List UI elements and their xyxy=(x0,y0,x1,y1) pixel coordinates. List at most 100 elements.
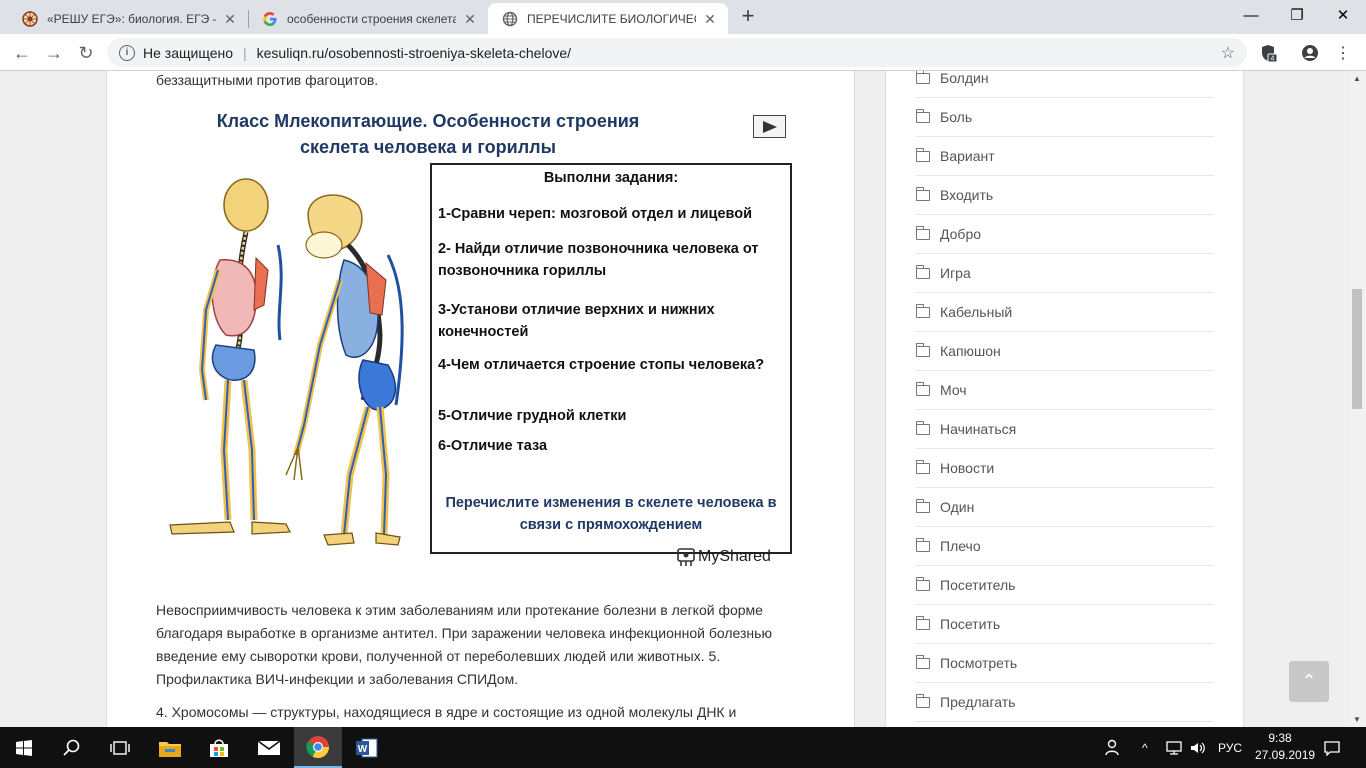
folder-icon xyxy=(915,342,930,357)
scroll-down-arrow-icon[interactable]: ▼ xyxy=(1352,715,1362,724)
language-indicator[interactable]: РУС xyxy=(1218,727,1242,768)
tab-strip: «РЕШУ ЕГЭ»: биология. ЕГЭ — 2 ✕ особенно… xyxy=(0,0,1366,34)
separator: | xyxy=(243,44,247,61)
folder-icon xyxy=(915,303,930,318)
browser-toolbar: ← → ↻ i Не защищено | kesuliqn.ru/osoben… xyxy=(0,34,1366,71)
url-text: kesuliqn.ru/osobennosti-stroeniya-skelet… xyxy=(256,44,572,61)
security-label: Не защищено xyxy=(143,44,233,61)
search-icon[interactable] xyxy=(48,727,96,768)
notification-icon[interactable] xyxy=(1324,727,1340,768)
store-icon[interactable] xyxy=(195,727,243,768)
page-scrollbar[interactable]: ▲ ▼ xyxy=(1349,71,1366,727)
article-text-fragment: беззащитными против фагоцитов. xyxy=(156,72,379,88)
task-item: 3-Установи отличие верхних и нижних коне… xyxy=(438,302,715,340)
tab-title: «РЕШУ ЕГЭ»: биология. ЕГЭ — 2 xyxy=(47,11,216,26)
folder-icon xyxy=(915,420,930,435)
sidebar-item[interactable]: Предлагать xyxy=(915,683,1214,722)
file-explorer-icon[interactable] xyxy=(146,727,194,768)
folder-icon xyxy=(915,186,930,201)
folder-icon xyxy=(915,693,930,708)
globe-icon xyxy=(502,11,518,27)
scroll-up-arrow-icon[interactable]: ▲ xyxy=(1352,74,1362,83)
system-clock[interactable]: 9:38 27.09.2019 xyxy=(1255,730,1315,764)
folder-icon xyxy=(915,225,930,240)
people-icon[interactable] xyxy=(1104,727,1124,768)
network-icon[interactable] xyxy=(1166,727,1182,768)
sidebar-item[interactable]: Капюшон xyxy=(915,332,1214,371)
sidebar-item[interactable]: Кабельный xyxy=(915,293,1214,332)
tab-reshu-ege[interactable]: «РЕШУ ЕГЭ»: биология. ЕГЭ — 2 ✕ xyxy=(8,3,248,34)
tab-active-page[interactable]: ПЕРЕЧИСЛИТЕ БИОЛОГИЧЕСКИ ✕ xyxy=(488,3,728,34)
word-icon[interactable]: W xyxy=(343,727,391,768)
folder-icon xyxy=(915,108,930,123)
restore-icon[interactable]: ❐ xyxy=(1274,0,1320,30)
tab-close-icon[interactable]: ✕ xyxy=(462,11,478,27)
chevron-up-tray-icon[interactable]: ^ xyxy=(1142,727,1148,768)
chrome-icon[interactable] xyxy=(294,727,342,768)
tab-close-icon[interactable]: ✕ xyxy=(222,11,238,27)
sidebar-item[interactable]: Начинаться xyxy=(915,410,1214,449)
skeleton-slide-image: Класс Млекопитающие. Особенности строени… xyxy=(168,100,798,572)
sidebar-item[interactable]: Плечо xyxy=(915,527,1214,566)
volume-icon[interactable] xyxy=(1190,727,1206,768)
scrollbar-thumb[interactable] xyxy=(1352,289,1362,409)
profile-avatar-icon[interactable] xyxy=(1297,40,1323,66)
minimize-icon[interactable]: — xyxy=(1228,0,1274,30)
myshared-logo-icon xyxy=(677,548,695,566)
play-icon[interactable] xyxy=(753,115,786,138)
sidebar-item[interactable]: Новости xyxy=(915,449,1214,488)
folder-icon xyxy=(915,381,930,396)
forward-arrow-icon[interactable]: → xyxy=(40,39,68,67)
sidebar-item[interactable]: Посетитель xyxy=(915,566,1214,605)
web-page: беззащитными против фагоцитов. Класс Мле… xyxy=(0,71,1366,727)
sidebar-item[interactable]: Добро xyxy=(915,215,1214,254)
task-header: Выполни задания: xyxy=(543,170,679,186)
task-item: 2- Найди отличие позвоночника человека о… xyxy=(438,241,759,279)
slide-title: Класс Млекопитающие. Особенности строени… xyxy=(216,111,640,157)
sidebar-item[interactable]: Один xyxy=(915,488,1214,527)
article-column: беззащитными против фагоцитов. Класс Мле… xyxy=(106,71,855,727)
mail-icon[interactable] xyxy=(245,727,293,768)
info-icon[interactable]: i xyxy=(119,44,135,61)
article-paragraph: Невосприимчивость человека к этим заболе… xyxy=(156,602,772,687)
folder-icon xyxy=(915,264,930,279)
new-tab-plus-icon[interactable]: + xyxy=(737,5,759,28)
sidebar-item[interactable]: Входить xyxy=(915,176,1214,215)
svg-text:W: W xyxy=(358,744,368,755)
task-item: 6-Отличие таза xyxy=(438,438,548,454)
sidebar-item[interactable]: Посетить xyxy=(915,605,1214,644)
windows-taskbar: W ^ РУС 9:38 27.09.2019 xyxy=(0,727,1366,768)
tab-title: особенности строения скелета xyxy=(287,11,456,26)
chevron-up-icon: ⌃ xyxy=(1301,671,1317,691)
window-close-icon[interactable]: ✕ xyxy=(1320,0,1366,30)
bookmark-star-icon[interactable]: ☆ xyxy=(1221,43,1235,63)
task-item: 1-Сравни череп: мозговой отдел и лицевой xyxy=(438,206,753,222)
extension-shield-icon[interactable]: 4 xyxy=(1255,40,1281,66)
sidebar-item[interactable]: Игра xyxy=(915,254,1214,293)
scroll-to-top-button[interactable]: ⌃ xyxy=(1289,661,1329,702)
folder-icon xyxy=(915,654,930,669)
tab-close-icon[interactable]: ✕ xyxy=(702,11,718,27)
sidebar-item[interactable]: Моч xyxy=(915,371,1214,410)
reshu-ege-favicon-icon xyxy=(22,10,38,27)
windows-start-icon[interactable] xyxy=(0,727,48,768)
task-footer: Перечислите изменения в скелете человека… xyxy=(445,495,777,533)
back-arrow-icon[interactable]: ← xyxy=(8,39,36,67)
folder-icon xyxy=(915,498,930,513)
folder-icon xyxy=(915,71,930,84)
sidebar-item[interactable]: Боль xyxy=(915,98,1214,137)
extension-badge: 4 xyxy=(1271,56,1275,63)
task-box: Выполни задания: 1-Сравни череп: мозгово… xyxy=(430,163,792,554)
menu-kebab-icon[interactable]: ⋮ xyxy=(1330,40,1356,66)
sidebar-item[interactable]: Вариант xyxy=(915,137,1214,176)
google-favicon-icon xyxy=(262,11,278,27)
address-bar[interactable]: i Не защищено | kesuliqn.ru/osobennosti-… xyxy=(107,38,1247,67)
sidebar-item[interactable]: Болдин xyxy=(915,71,1214,98)
task-view-icon[interactable] xyxy=(96,727,144,768)
sidebar-item[interactable]: Посмотреть xyxy=(915,644,1214,683)
tab-google-search[interactable]: особенности строения скелета ✕ xyxy=(248,3,488,34)
reload-icon[interactable]: ↻ xyxy=(72,39,100,67)
task-item: 4-Чем отличается строение стопы человека… xyxy=(438,357,765,373)
tab-title: ПЕРЕЧИСЛИТЕ БИОЛОГИЧЕСКИ xyxy=(527,11,696,26)
article-paragraph: 4. Хромосомы — структуры, находящиеся в … xyxy=(156,704,737,720)
